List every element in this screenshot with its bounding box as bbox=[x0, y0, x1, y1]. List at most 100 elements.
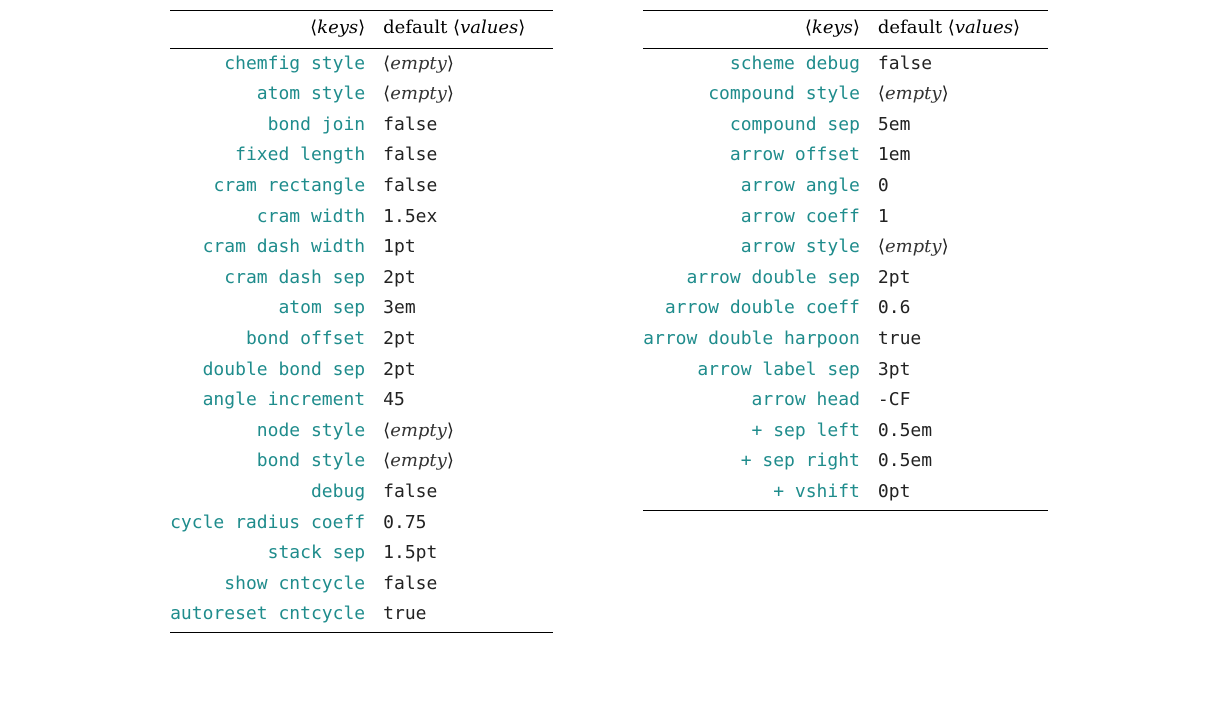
table-row: arrow offset1em bbox=[643, 140, 1048, 171]
table-row: angle increment45 bbox=[170, 385, 553, 416]
value-cell: false bbox=[383, 110, 553, 141]
table-row: arrow head-CF bbox=[643, 385, 1048, 416]
key-cell: compound sep bbox=[643, 110, 878, 141]
key-cell: compound style bbox=[643, 79, 878, 110]
table-row: cram dash sep2pt bbox=[170, 263, 553, 294]
key-cell: arrow coeff bbox=[643, 202, 878, 233]
key-cell: atom style bbox=[170, 79, 383, 110]
value-cell: 3pt bbox=[878, 355, 1048, 386]
value-cell: 2pt bbox=[383, 263, 553, 294]
table-row: atom sep3em bbox=[170, 293, 553, 324]
column-header-values: default ⟨values⟩ bbox=[383, 11, 553, 49]
key-cell: + sep right bbox=[643, 446, 878, 477]
table-row: node style⟨empty⟩ bbox=[170, 416, 553, 447]
table-row: bond joinfalse bbox=[170, 110, 553, 141]
value-cell: ⟨empty⟩ bbox=[383, 446, 553, 477]
column-header-keys: ⟨keys⟩ bbox=[170, 11, 383, 49]
table-row: arrow double harpoontrue bbox=[643, 324, 1048, 355]
value-cell: 0 bbox=[878, 171, 1048, 202]
value-cell: 0.5em bbox=[878, 446, 1048, 477]
key-cell: node style bbox=[170, 416, 383, 447]
table-row: arrow style⟨empty⟩ bbox=[643, 232, 1048, 263]
key-cell: arrow head bbox=[643, 385, 878, 416]
left-table: ⟨keys⟩default ⟨values⟩chemfig style⟨empt… bbox=[170, 10, 553, 633]
key-cell: arrow angle bbox=[643, 171, 878, 202]
value-cell: 2pt bbox=[878, 263, 1048, 294]
value-cell: 0.75 bbox=[383, 508, 553, 539]
table-row: + vshift0pt bbox=[643, 477, 1048, 510]
value-cell: ⟨empty⟩ bbox=[383, 79, 553, 110]
key-cell: arrow label sep bbox=[643, 355, 878, 386]
value-cell: 0.6 bbox=[878, 293, 1048, 324]
table-row: cycle radius coeff0.75 bbox=[170, 508, 553, 539]
table-row: show cntcyclefalse bbox=[170, 569, 553, 600]
key-cell: cram dash width bbox=[170, 232, 383, 263]
value-cell: 1.5pt bbox=[383, 538, 553, 569]
table-row: compound sep5em bbox=[643, 110, 1048, 141]
key-cell: show cntcycle bbox=[170, 569, 383, 600]
table-row: atom style⟨empty⟩ bbox=[170, 79, 553, 110]
table-row: arrow double coeff0.6 bbox=[643, 293, 1048, 324]
table-row: cram width1.5ex bbox=[170, 202, 553, 233]
value-cell: 45 bbox=[383, 385, 553, 416]
key-cell: arrow double harpoon bbox=[643, 324, 878, 355]
value-cell: ⟨empty⟩ bbox=[383, 416, 553, 447]
key-cell: scheme debug bbox=[643, 48, 878, 79]
key-cell: + vshift bbox=[643, 477, 878, 510]
table-row: debugfalse bbox=[170, 477, 553, 508]
table-row: bond style⟨empty⟩ bbox=[170, 446, 553, 477]
key-cell: arrow offset bbox=[643, 140, 878, 171]
table-row: double bond sep2pt bbox=[170, 355, 553, 386]
key-cell: cram rectangle bbox=[170, 171, 383, 202]
key-cell: arrow double coeff bbox=[643, 293, 878, 324]
left-table-block: ⟨keys⟩default ⟨values⟩chemfig style⟨empt… bbox=[170, 10, 553, 633]
right-table-block: ⟨keys⟩default ⟨values⟩scheme debugfalsec… bbox=[643, 10, 1048, 633]
key-cell: fixed length bbox=[170, 140, 383, 171]
key-cell: cram width bbox=[170, 202, 383, 233]
value-cell: 3em bbox=[383, 293, 553, 324]
value-cell: 1.5ex bbox=[383, 202, 553, 233]
key-cell: double bond sep bbox=[170, 355, 383, 386]
key-cell: stack sep bbox=[170, 538, 383, 569]
key-cell: bond offset bbox=[170, 324, 383, 355]
key-cell: arrow style bbox=[643, 232, 878, 263]
value-cell: false bbox=[878, 48, 1048, 79]
table-row: + sep right0.5em bbox=[643, 446, 1048, 477]
table-row: arrow double sep2pt bbox=[643, 263, 1048, 294]
table-row: cram rectanglefalse bbox=[170, 171, 553, 202]
value-cell: 1 bbox=[878, 202, 1048, 233]
key-cell: chemfig style bbox=[170, 48, 383, 79]
value-cell: 2pt bbox=[383, 355, 553, 386]
value-cell: 0pt bbox=[878, 477, 1048, 510]
value-cell: ⟨empty⟩ bbox=[383, 48, 553, 79]
key-cell: autoreset cntcycle bbox=[170, 599, 383, 632]
table-row: fixed lengthfalse bbox=[170, 140, 553, 171]
value-cell: 0.5em bbox=[878, 416, 1048, 447]
column-header-values: default ⟨values⟩ bbox=[878, 11, 1048, 49]
key-cell: + sep left bbox=[643, 416, 878, 447]
value-cell: 2pt bbox=[383, 324, 553, 355]
value-cell: true bbox=[383, 599, 553, 632]
key-cell: cycle radius coeff bbox=[170, 508, 383, 539]
page-container: ⟨keys⟩default ⟨values⟩chemfig style⟨empt… bbox=[0, 0, 1218, 633]
key-cell: cram dash sep bbox=[170, 263, 383, 294]
value-cell: ⟨empty⟩ bbox=[878, 232, 1048, 263]
table-row: bond offset2pt bbox=[170, 324, 553, 355]
column-header-keys: ⟨keys⟩ bbox=[643, 11, 878, 49]
table-row: arrow label sep3pt bbox=[643, 355, 1048, 386]
value-cell: 5em bbox=[878, 110, 1048, 141]
value-cell: ⟨empty⟩ bbox=[878, 79, 1048, 110]
table-row: autoreset cntcycletrue bbox=[170, 599, 553, 632]
table-row: scheme debugfalse bbox=[643, 48, 1048, 79]
value-cell: 1em bbox=[878, 140, 1048, 171]
key-cell: bond join bbox=[170, 110, 383, 141]
key-cell: atom sep bbox=[170, 293, 383, 324]
value-cell: false bbox=[383, 140, 553, 171]
right-table: ⟨keys⟩default ⟨values⟩scheme debugfalsec… bbox=[643, 10, 1048, 511]
table-row: cram dash width1pt bbox=[170, 232, 553, 263]
key-cell: debug bbox=[170, 477, 383, 508]
value-cell: false bbox=[383, 477, 553, 508]
value-cell: -CF bbox=[878, 385, 1048, 416]
table-row: arrow coeff1 bbox=[643, 202, 1048, 233]
table-row: + sep left0.5em bbox=[643, 416, 1048, 447]
